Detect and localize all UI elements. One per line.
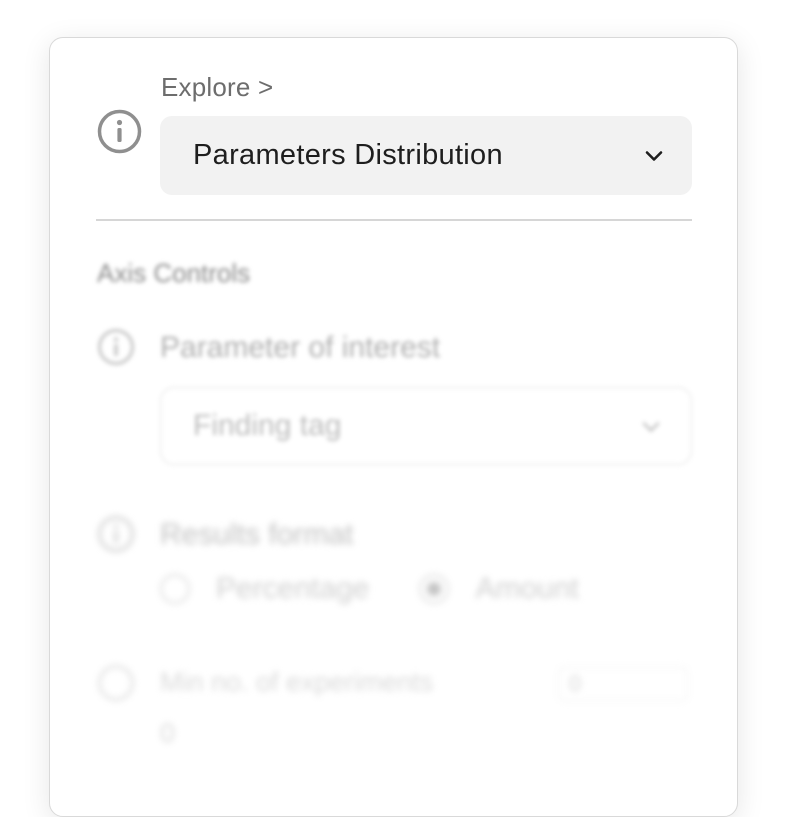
min-experiments-label: Min no. of experiments <box>160 667 434 697</box>
min-experiments-value: 0 <box>160 718 176 748</box>
info-icon[interactable] <box>97 515 135 553</box>
results-format-options: Percentage Amount <box>160 572 579 606</box>
min-experiments-field[interactable]: 0 <box>558 667 688 701</box>
radio-label-percentage: Percentage <box>216 572 370 605</box>
results-format-label: Results format <box>160 518 354 551</box>
radio-amount[interactable] <box>419 574 450 604</box>
radio-percentage[interactable] <box>160 574 190 604</box>
info-icon[interactable] <box>97 664 135 702</box>
results-format-section: Results format Percentage Amount Min no.… <box>0 0 788 788</box>
radio-label-amount: Amount <box>475 572 579 605</box>
